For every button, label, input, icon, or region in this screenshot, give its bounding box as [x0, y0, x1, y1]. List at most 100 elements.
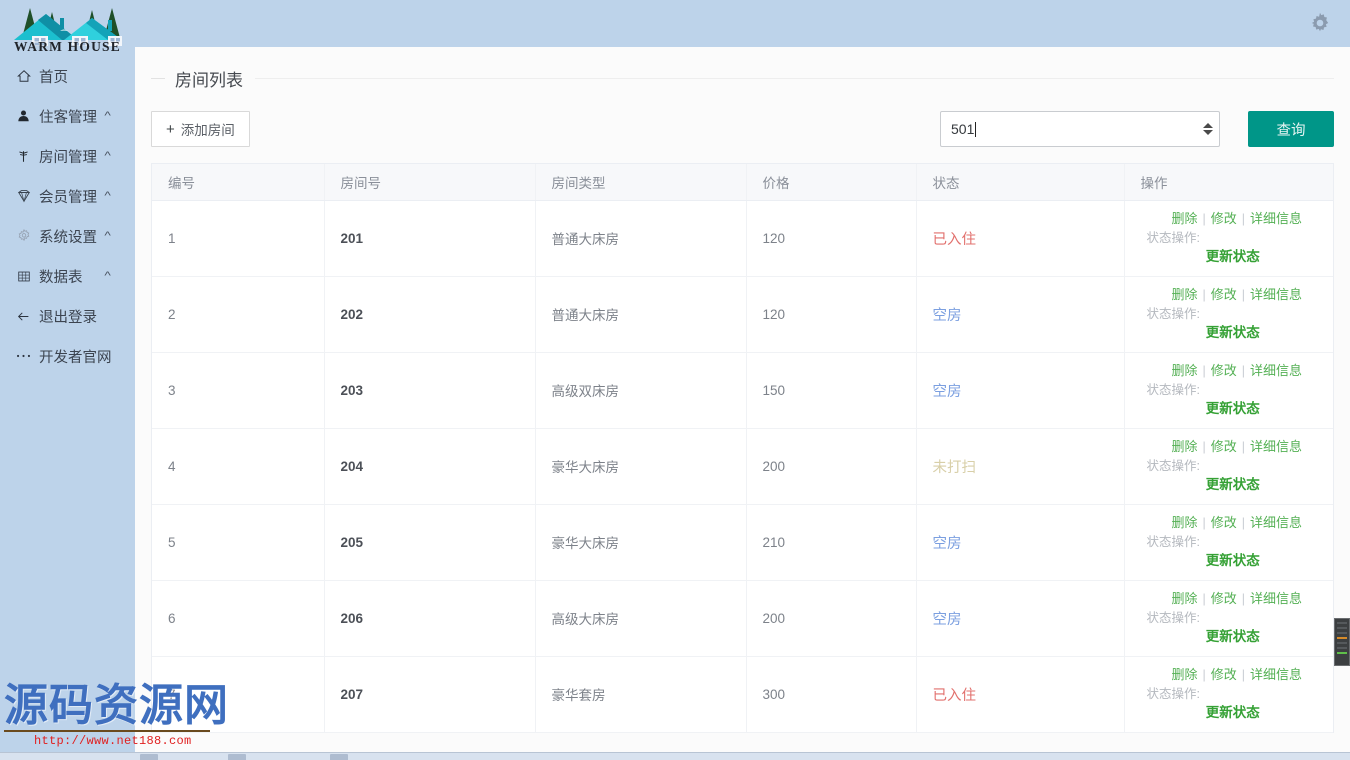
update-status-link[interactable]: 更新状态 — [1206, 705, 1260, 720]
edit-link[interactable]: 修改 — [1211, 439, 1237, 454]
status-operation-label: 状态操作: — [1146, 231, 1200, 246]
detail-link[interactable]: 详细信息 — [1250, 591, 1302, 606]
os-taskbar[interactable] — [0, 752, 1350, 760]
chevron-up-icon[interactable]: ^ — [104, 230, 110, 242]
cell-room: 206 — [324, 580, 536, 657]
separator: | — [1241, 439, 1245, 454]
room-number: 206 — [340, 610, 364, 626]
detail-link[interactable]: 详细信息 — [1250, 667, 1302, 682]
chevron-up-icon[interactable]: ^ — [104, 190, 110, 202]
cell-status: 未打扫 — [916, 428, 1125, 505]
edit-link[interactable]: 修改 — [1211, 287, 1237, 302]
separator: | — [1202, 439, 1206, 454]
sidebar-item-guest-management[interactable]: 住客管理 ^ — [0, 97, 135, 135]
cell-operations: 删除 | 修改 | 详细信息 状态操作: 更新状态 — [1124, 656, 1333, 733]
delete-link[interactable]: 删除 — [1171, 211, 1197, 226]
edit-link[interactable]: 修改 — [1211, 667, 1237, 682]
brand-logo[interactable]: WARM HOUSE — [0, 0, 135, 55]
operations-links: 删除 | 修改 | 详细信息 — [1147, 514, 1334, 532]
taskbar-item[interactable] — [228, 754, 246, 760]
cell-status: 空房 — [916, 352, 1125, 429]
update-status-link[interactable]: 更新状态 — [1206, 249, 1260, 264]
query-button[interactable]: 查询 — [1248, 111, 1334, 147]
search-input[interactable]: 501 — [940, 111, 1220, 147]
delete-link[interactable]: 删除 — [1171, 439, 1197, 454]
minimap-line — [1337, 632, 1347, 634]
delete-link[interactable]: 删除 — [1171, 287, 1197, 302]
search-area: 501 查询 — [940, 111, 1334, 147]
edit-link[interactable]: 修改 — [1211, 211, 1237, 226]
title-tick — [151, 77, 165, 79]
update-status-link[interactable]: 更新状态 — [1206, 477, 1260, 492]
status-operation-label: 状态操作: — [1146, 459, 1200, 474]
arrow-left-icon — [14, 308, 33, 324]
sidebar-item-developer-site[interactable]: 开发者官网 — [0, 337, 135, 375]
table-row: 1 201 普通大床房 120 已入住 删除 | 修改 | 详细信息 状态操作: 更新状态 — [152, 200, 1333, 277]
edit-link[interactable]: 修改 — [1211, 363, 1237, 378]
cell-room: 204 — [324, 428, 536, 505]
status-operation-label: 状态操作: — [1146, 611, 1200, 626]
chevron-up-icon[interactable]: ^ — [104, 270, 110, 282]
title-rule — [255, 77, 1334, 79]
edit-link[interactable]: 修改 — [1211, 515, 1237, 530]
sidebar-item-label: 首页 — [39, 69, 68, 86]
update-status-link[interactable]: 更新状态 — [1206, 629, 1260, 644]
sidebar-item-label: 退出登录 — [39, 309, 97, 326]
update-status-link[interactable]: 更新状态 — [1206, 325, 1260, 340]
taskbar-item[interactable] — [140, 754, 158, 760]
number-stepper[interactable] — [1203, 123, 1213, 135]
table-row: 4 204 豪华大床房 200 未打扫 删除 | 修改 | 详细信息 状态操作: 更新状态 — [152, 428, 1334, 505]
detail-link[interactable]: 详细信息 — [1250, 211, 1302, 226]
cell-type: 高级双床房 — [535, 352, 747, 429]
settings-gear-button[interactable] — [1306, 9, 1334, 37]
update-status-row: 更新状态 — [1147, 552, 1334, 570]
delete-link[interactable]: 删除 — [1171, 363, 1197, 378]
editor-minimap-scrollbar[interactable] — [1334, 618, 1350, 666]
stepper-up-icon[interactable] — [1203, 123, 1213, 128]
add-room-button[interactable]: + 添加房间 — [151, 111, 250, 147]
minimap-line — [1337, 627, 1347, 629]
operations-links: 删除 | 修改 | 详细信息 — [1147, 438, 1334, 456]
table-body: 1 201 普通大床房 120 已入住 删除 | 修改 | 详细信息 状态操作: 更新状态 2 202 普通… — [152, 200, 1334, 733]
sidebar-item-data-table[interactable]: 数据表 ^ — [0, 257, 135, 295]
status-badge: 空房 — [932, 535, 962, 552]
panel-header: 房间列表 — [151, 47, 1334, 95]
delete-link[interactable]: 删除 — [1171, 515, 1197, 530]
cell-type: 豪华大床房 — [535, 504, 747, 581]
cell-status: 空房 — [916, 504, 1125, 581]
sidebar-item-room-management[interactable]: 房间管理 ^ — [0, 137, 135, 175]
search-input-value: 501 — [951, 121, 975, 137]
stepper-down-icon[interactable] — [1203, 130, 1213, 135]
cell-operations: 删除 | 修改 | 详细信息 状态操作: 更新状态 — [1124, 276, 1333, 353]
edit-link[interactable]: 修改 — [1211, 591, 1237, 606]
taskbar-item[interactable] — [330, 754, 348, 760]
detail-link[interactable]: 详细信息 — [1250, 287, 1302, 302]
detail-link[interactable]: 详细信息 — [1250, 515, 1302, 530]
gear-icon — [1311, 12, 1329, 32]
sidebar-item-member-management[interactable]: 会员管理 ^ — [0, 177, 135, 215]
update-status-link[interactable]: 更新状态 — [1206, 553, 1260, 568]
cell-status: 空房 — [916, 580, 1125, 657]
detail-link[interactable]: 详细信息 — [1250, 439, 1302, 454]
app-root: WARM HOUSE 首页 住客管理 ^ 房间管理 ^ 会员管理 ^ 系统设置 … — [0, 0, 1350, 760]
cell-status: 已入住 — [916, 200, 1125, 277]
sidebar-item-home[interactable]: 首页 — [0, 57, 135, 95]
update-status-link[interactable]: 更新状态 — [1206, 401, 1260, 416]
chevron-up-icon[interactable]: ^ — [104, 110, 110, 122]
chevron-up-icon[interactable]: ^ — [104, 150, 110, 162]
operations-links: 删除 | 修改 | 详细信息 — [1147, 590, 1334, 608]
detail-link[interactable]: 详细信息 — [1250, 363, 1302, 378]
status-badge: 已入住 — [932, 687, 977, 704]
sidebar-item-logout[interactable]: 退出登录 — [0, 297, 135, 335]
delete-link[interactable]: 删除 — [1171, 591, 1197, 606]
cell-status: 已入住 — [916, 656, 1125, 733]
cell-room: 201 — [324, 200, 536, 277]
room-number: 207 — [340, 686, 364, 702]
page-title: 房间列表 — [175, 70, 243, 90]
sidebar-item-label: 数据表 — [39, 269, 83, 286]
sidebar-item-system-settings[interactable]: 系统设置 ^ — [0, 217, 135, 255]
cell-operations: 删除 | 修改 | 详细信息 状态操作: 更新状态 — [1124, 352, 1333, 429]
main-content: 房间列表 + 添加房间 501 查询 编号 房间号 房间类型 价格 状态 操作 … — [135, 47, 1350, 760]
delete-link[interactable]: 删除 — [1171, 667, 1197, 682]
room-number: 202 — [340, 306, 364, 322]
